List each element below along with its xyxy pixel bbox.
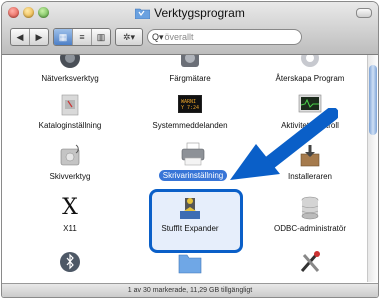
app-disk-utility[interactable]: Skivverktyg [15, 143, 125, 181]
app-digitalcolor-meter[interactable]: Färgmätare [135, 55, 245, 83]
app-directory-utility[interactable]: Kataloginställning [15, 92, 125, 130]
odbc-administrator-icon [296, 195, 324, 221]
gear-icon[interactable]: ✲▾ [116, 29, 142, 45]
app-tools[interactable] [255, 249, 365, 275]
digitalcolor-meter-icon [176, 55, 204, 71]
app-stuffit-expander[interactable]: StuffIt Expander [135, 195, 245, 233]
app-label: Skivverktyg [49, 172, 91, 181]
app-label: Kataloginställning [38, 121, 102, 130]
app-folder[interactable] [135, 249, 245, 275]
app-label: X11 [63, 224, 77, 233]
status-bar: 1 av 30 markerade, 11,29 GB tillgängligt [2, 283, 378, 297]
search-field[interactable]: Q▾ överallt [147, 29, 302, 45]
network-utility-icon [56, 55, 84, 71]
app-bluetooth[interactable] [15, 249, 125, 275]
directory-utility-icon [56, 92, 84, 118]
nav-buttons: ◀ ▶ [10, 28, 49, 46]
app-label: StuffIt Expander [161, 224, 219, 233]
toolbar-toggle-button[interactable] [356, 8, 372, 18]
app-label: ODBC-administratör [273, 224, 346, 233]
window-title-text: Verktygsprogram [154, 6, 245, 20]
app-network-utility[interactable]: Nätverksverktyg [15, 55, 125, 83]
console-icon: WARNI Y 7:24 [176, 92, 204, 118]
migration-assistant-icon [296, 55, 324, 71]
column-view-button[interactable]: ▥ [92, 29, 110, 45]
x11-icon: X [62, 195, 78, 220]
search-icon[interactable]: Q▾ [152, 32, 164, 43]
view-buttons: ▦ ≡ ▥ [53, 28, 111, 46]
printer-setup-icon [179, 141, 207, 167]
app-odbc-administrator[interactable]: ODBC-administratör [255, 195, 365, 233]
folder-icon [134, 7, 151, 20]
app-label: Återskapa Program [275, 74, 345, 83]
search-placeholder: överallt [164, 32, 194, 42]
callout-arrow [230, 108, 338, 180]
title-bar[interactable]: Verktygsprogram ◀ ▶ ▦ ≡ ▥ ✲▾ Q▾ överallt [2, 2, 378, 55]
vertical-scrollbar[interactable] [367, 55, 378, 282]
app-x11[interactable]: X X11 [15, 195, 125, 233]
list-view-button[interactable]: ≡ [73, 29, 92, 45]
tools-icon [296, 249, 324, 275]
svg-text:Y 7:24: Y 7:24 [181, 105, 199, 111]
folder-icon [176, 249, 204, 275]
back-button[interactable]: ◀ [11, 29, 30, 45]
bluetooth-icon [56, 249, 84, 275]
scrollbar-thumb[interactable] [369, 65, 377, 135]
app-migration-assistant[interactable]: Återskapa Program [255, 55, 365, 83]
selected-label: Skrivarinställning [158, 170, 228, 181]
stuffit-expander-icon [176, 195, 204, 221]
window-title: Verktygsprogram [2, 6, 378, 20]
action-menu[interactable]: ✲▾ [115, 28, 143, 46]
app-label: Färgmätare [169, 74, 211, 83]
forward-button[interactable]: ▶ [30, 29, 48, 45]
icon-view-button[interactable]: ▦ [54, 29, 73, 45]
disk-utility-icon [56, 143, 84, 169]
app-label: Nätverksverktyg [41, 74, 99, 83]
toolbar: ◀ ▶ ▦ ≡ ▥ ✲▾ Q▾ överallt [10, 26, 302, 48]
